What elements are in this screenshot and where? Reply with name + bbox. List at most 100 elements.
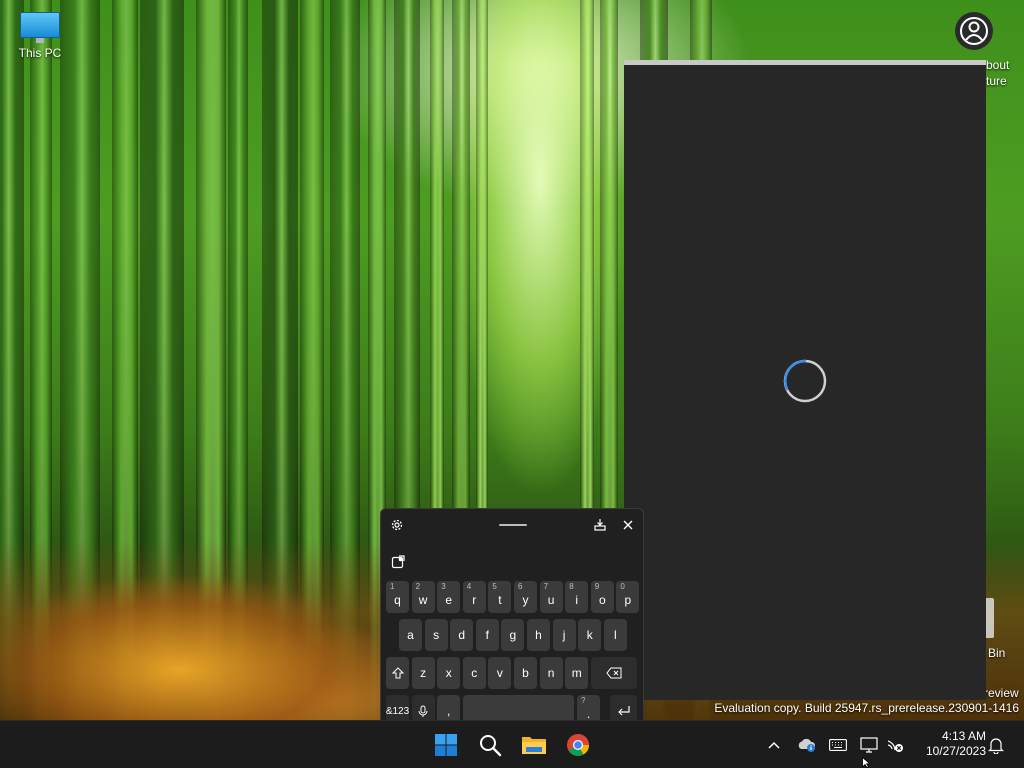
touch-keyboard[interactable]: 1 q 2 w 3 e 4 r 5 t 6 y 7 u 8 i 9 o 0 p a s d f g h j k l z x c v b n m &123… xyxy=(380,508,644,731)
key-number-hint: ? xyxy=(581,696,586,705)
key-h[interactable]: h xyxy=(527,619,550,651)
keyboard-dock-button[interactable] xyxy=(590,515,610,535)
desktop-icon-label-partial[interactable]: bout xyxy=(986,58,1009,72)
key-label: m xyxy=(571,666,582,680)
shift-key[interactable] xyxy=(386,657,409,689)
key-number-hint: 5 xyxy=(492,582,497,591)
key-x[interactable]: x xyxy=(437,657,461,689)
key-t[interactable]: 5t xyxy=(488,581,512,613)
start-button[interactable] xyxy=(428,727,464,763)
person-circle-icon xyxy=(960,17,988,45)
desktop-icon-label-partial[interactable]: ture xyxy=(986,74,1007,88)
taskbar-clock[interactable]: 4:13 AM 10/27/2023 xyxy=(914,729,986,759)
key-number-hint: 4 xyxy=(466,582,472,591)
app-window-loading[interactable] xyxy=(624,60,986,700)
key-o[interactable]: 9o xyxy=(590,581,614,613)
touch-keyboard-tray-button[interactable] xyxy=(826,733,850,757)
key-number-hint: 3 xyxy=(441,582,446,591)
key-g[interactable]: g xyxy=(501,619,525,651)
key-number-hint: 1 xyxy=(390,582,395,591)
evaluation-watermark: Evaluation copy. Build 25947.rs_prerelea… xyxy=(714,701,1019,715)
key-label: j xyxy=(562,628,566,642)
key-label: i xyxy=(575,593,579,607)
key-label: n xyxy=(547,666,555,680)
key-f[interactable]: f xyxy=(475,619,499,651)
key-label: w xyxy=(418,593,428,607)
keyboard-toolbar xyxy=(381,547,643,577)
key-label: v xyxy=(496,666,503,680)
show-hidden-icons-button[interactable] xyxy=(762,733,786,757)
key-k[interactable]: k xyxy=(578,619,602,651)
key-label: e xyxy=(445,593,453,607)
onedrive-tray-button[interactable] xyxy=(795,733,819,757)
key-z[interactable]: z xyxy=(411,657,435,689)
key-c[interactable]: c xyxy=(462,657,486,689)
key-v[interactable]: v xyxy=(488,657,512,689)
file-explorer-button[interactable] xyxy=(516,727,552,763)
bell-icon xyxy=(988,738,1004,754)
gear-icon xyxy=(391,519,403,531)
key-r[interactable]: 4r xyxy=(462,581,486,613)
key-label: , xyxy=(447,704,451,718)
key-p[interactable]: 0p xyxy=(616,581,640,613)
enter-icon xyxy=(617,706,630,716)
key-l[interactable]: l xyxy=(603,619,627,651)
key-label: c xyxy=(471,666,478,680)
key-s[interactable]: s xyxy=(424,619,448,651)
key-label: f xyxy=(485,628,489,642)
key-j[interactable]: j xyxy=(552,619,576,651)
folder-icon xyxy=(522,737,546,754)
key-label: b xyxy=(522,666,529,680)
keyboard-close-button[interactable] xyxy=(618,515,638,535)
keyboard-header xyxy=(381,509,643,541)
search-button[interactable] xyxy=(472,727,508,763)
key-d[interactable]: d xyxy=(450,619,474,651)
key-label: q xyxy=(394,593,401,607)
key-i[interactable]: 8i xyxy=(565,581,589,613)
key-label: o xyxy=(598,593,606,607)
key-label: a xyxy=(407,628,414,642)
key-label: &123 xyxy=(385,705,410,717)
display-tray-button[interactable] xyxy=(857,733,881,757)
key-label: y xyxy=(522,593,529,607)
mouse-cursor-icon xyxy=(862,757,872,768)
desktop-icon-this-pc[interactable]: This PC xyxy=(10,8,70,60)
cloud-info-icon xyxy=(798,738,816,752)
account-circle-button[interactable] xyxy=(955,12,993,50)
key-number-hint: 8 xyxy=(569,582,574,591)
desktop-icon-label-recycle-bin[interactable]: Bin xyxy=(988,646,1005,660)
chrome-button[interactable] xyxy=(560,727,596,763)
clock-date: 10/27/2023 xyxy=(925,744,986,758)
key-e[interactable]: 3e xyxy=(437,581,461,613)
notifications-button[interactable] xyxy=(984,733,1008,757)
key-b[interactable]: b xyxy=(514,657,537,689)
clipboard-button[interactable] xyxy=(389,553,407,571)
key-number-hint: 9 xyxy=(594,582,600,591)
key-label: s xyxy=(433,628,440,642)
key-n[interactable]: n xyxy=(539,657,563,689)
key-label: u xyxy=(547,593,555,607)
keyboard-icon xyxy=(829,739,847,751)
key-y[interactable]: 6y xyxy=(514,581,537,613)
keyboard-drag-handle[interactable] xyxy=(499,524,527,526)
desktop-icon-label: This PC xyxy=(18,46,62,60)
key-number-hint: 6 xyxy=(518,582,523,591)
key-number-hint: 2 xyxy=(415,582,421,591)
key-label: . xyxy=(586,707,591,721)
key-w[interactable]: 2w xyxy=(411,581,435,613)
key-q[interactable]: 1q xyxy=(386,581,409,613)
network-tray-button[interactable] xyxy=(883,733,907,757)
key-a[interactable]: a xyxy=(399,619,422,651)
key-m[interactable]: m xyxy=(565,657,589,689)
key-u[interactable]: 7u xyxy=(539,581,563,613)
clipboard-icon xyxy=(391,555,405,569)
key-label: k xyxy=(586,628,593,642)
microphone-icon xyxy=(418,705,428,717)
backspace-key[interactable] xyxy=(591,657,637,689)
monitor-icon xyxy=(860,737,878,753)
key-label: d xyxy=(458,628,466,642)
keyboard-settings-button[interactable] xyxy=(387,515,407,535)
loading-spinner-icon xyxy=(783,359,827,403)
chevron-up-icon xyxy=(768,741,780,749)
desktop-icon-label-partial[interactable]: review xyxy=(984,686,1019,700)
